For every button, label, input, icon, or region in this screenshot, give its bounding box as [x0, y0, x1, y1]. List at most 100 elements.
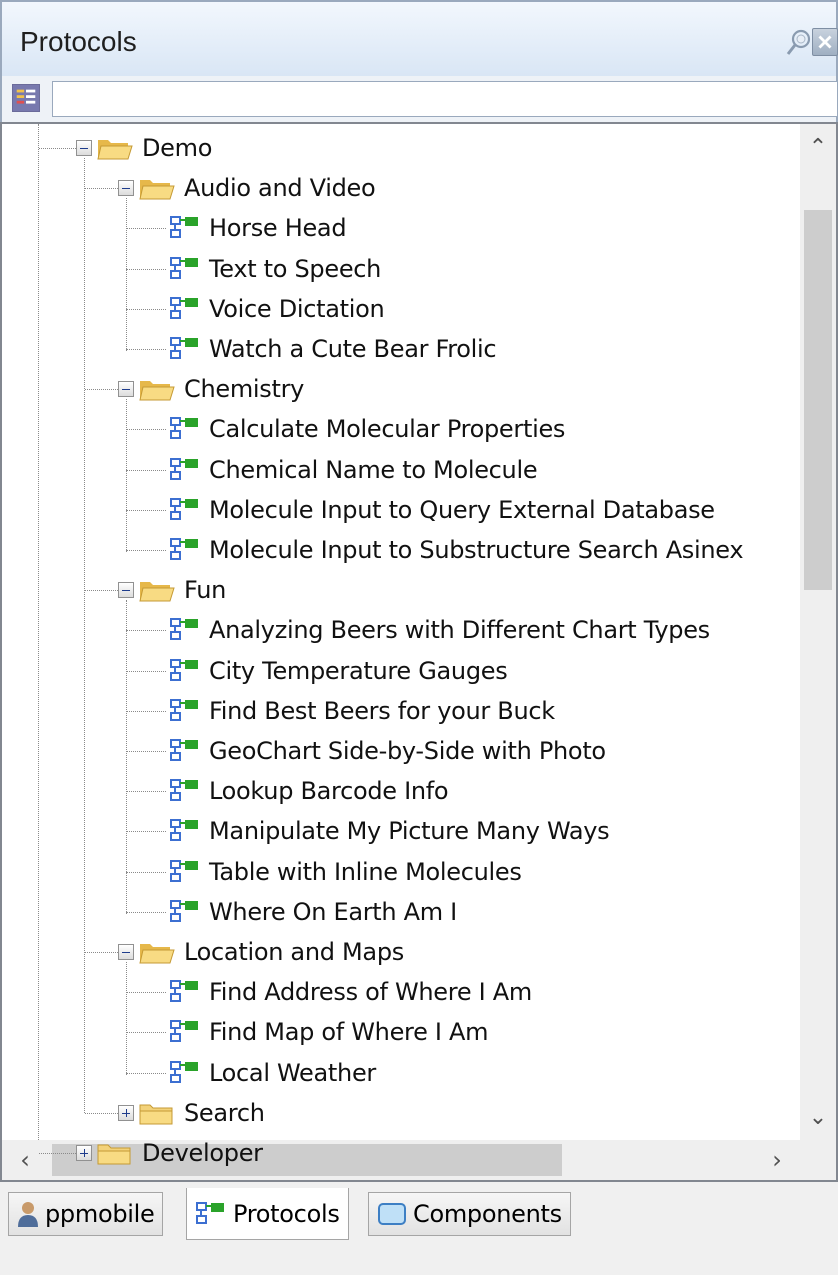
- tree-node-label: Find Address of Where I Am: [209, 978, 532, 1007]
- protocol-tree[interactable]: ⌃ ⌄ ‹ › Demo Audio and Video Horse Head Tex…: [0, 122, 838, 1182]
- tree-node-label: Watch a Cute Bear Frolic: [209, 335, 497, 363]
- tree-node-label: Horse Head: [209, 214, 347, 243]
- tree-connector-line: [126, 1072, 166, 1074]
- tree-connector-line: [126, 670, 166, 672]
- protocol-icon: [170, 819, 198, 842]
- tree-node-label: Table with Inline Molecules: [209, 857, 522, 886]
- tree-folder-search[interactable]: Search: [118, 1093, 265, 1133]
- tree-connector-line: [126, 198, 127, 351]
- expand-toggle[interactable]: [118, 1104, 134, 1121]
- panel-title-bar: Protocols: [0, 0, 838, 76]
- filter-input[interactable]: [52, 81, 838, 117]
- tree-leaf-protocol[interactable]: GeoChart Side-by-Side with Photo: [127, 731, 606, 771]
- folder-closed-icon: [139, 1104, 173, 1125]
- tree-connector-line: [39, 148, 76, 149]
- tree-connector-line: [85, 952, 118, 953]
- tree-leaf-protocol[interactable]: Lookup Barcode Info: [127, 771, 449, 811]
- tree-leaf-protocol[interactable]: Chemical Name to Molecule: [127, 450, 538, 490]
- tree-leaf-protocol[interactable]: Calculate Molecular Properties: [127, 409, 565, 449]
- tree-connector-line: [126, 509, 166, 511]
- protocol-icon: [170, 337, 198, 359]
- scroll-left-arrow[interactable]: ‹: [2, 1140, 48, 1180]
- protocol-icon: [170, 256, 198, 279]
- tree-folder-demo[interactable]: Demo: [76, 128, 212, 168]
- folder-open-icon: [139, 582, 175, 602]
- tree-connector-line: [126, 962, 127, 1075]
- tree-leaf-protocol[interactable]: Analyzing Beers with Different Chart Typ…: [127, 610, 710, 650]
- tree-leaf-protocol[interactable]: Molecule Input to Query External Databas…: [127, 490, 715, 530]
- collapse-toggle[interactable]: [118, 180, 134, 197]
- tree-connector-line: [126, 308, 166, 310]
- tree-leaf-protocol[interactable]: Table with Inline Molecules: [127, 852, 522, 892]
- protocols-panel: Protocols ⌃ ⌄ ‹ › Demo Audio and Video H…: [0, 0, 838, 1275]
- protocol-icon: [170, 296, 198, 319]
- protocol-icon: [170, 899, 198, 922]
- tree-connector-line: [126, 550, 166, 551]
- tree-folder-group[interactable]: Fun: [118, 570, 226, 610]
- scroll-up-arrow[interactable]: ⌃: [800, 124, 836, 170]
- tree-connector-line: [126, 751, 166, 752]
- protocol-icon: [170, 417, 198, 440]
- tree-node-label: Find Map of Where I Am: [209, 1018, 489, 1047]
- vertical-scroll-thumb[interactable]: [804, 210, 832, 590]
- tree-connector-line: [126, 268, 166, 270]
- tree-node-label: Molecule Input to Substructure Search As…: [209, 536, 744, 564]
- tab-ppmobile[interactable]: ppmobile: [8, 1192, 164, 1236]
- tree-node-label: Location and Maps: [184, 938, 404, 966]
- folder-open-icon: [139, 180, 175, 200]
- expand-toggle[interactable]: [76, 1145, 92, 1161]
- tree-node-label: Fun: [184, 576, 227, 605]
- tree-connector-line: [85, 590, 118, 592]
- tree-node-label: Manipulate My Picture Many Ways: [209, 817, 610, 846]
- protocol-icon: [170, 457, 198, 480]
- tree-connector-line: [126, 992, 166, 994]
- tree-leaf-protocol[interactable]: Find Address of Where I Am: [127, 972, 532, 1012]
- folder-open-icon: [97, 140, 133, 160]
- collapse-toggle[interactable]: [118, 582, 134, 599]
- tree-connector-line: [85, 389, 118, 391]
- tree-leaf-protocol[interactable]: Where On Earth Am I: [127, 892, 457, 932]
- tree-leaf-protocol[interactable]: Molecule Input to Substructure Search As…: [127, 530, 744, 570]
- tree-leaf-protocol[interactable]: City Temperature Gauges: [127, 651, 508, 691]
- tab-label: ppmobile: [45, 1200, 155, 1228]
- tree-connector-line: [126, 791, 166, 793]
- protocol-icon: [170, 739, 198, 761]
- protocol-icon: [170, 859, 198, 882]
- tree-node-label: GeoChart Side-by-Side with Photo: [209, 737, 606, 765]
- tree-folder-developer[interactable]: Developer: [76, 1133, 263, 1173]
- tree-folder-group[interactable]: Chemistry: [118, 369, 304, 409]
- tree-node-label: Voice Dictation: [209, 294, 385, 323]
- tree-connector-line: [84, 158, 85, 1113]
- tab-label: Protocols: [233, 1199, 340, 1228]
- tree-node-label: Developer: [142, 1139, 263, 1167]
- tree-folder-group[interactable]: Audio and Video: [118, 168, 376, 208]
- tab-components[interactable]: Components: [368, 1192, 571, 1236]
- tree-connector-line: [126, 399, 127, 552]
- tree-connector-line: [85, 1112, 118, 1114]
- folder-open-icon: [139, 944, 175, 964]
- vertical-scrollbar[interactable]: ⌃ ⌄: [800, 124, 836, 1140]
- tree-leaf-protocol[interactable]: Manipulate My Picture Many Ways: [127, 811, 610, 851]
- tree-connector-line: [126, 228, 166, 230]
- collapse-toggle[interactable]: [118, 944, 134, 960]
- tree-leaf-protocol[interactable]: Watch a Cute Bear Frolic: [127, 329, 497, 369]
- close-icon[interactable]: [812, 28, 838, 56]
- tree-node-label: Lookup Barcode Info: [209, 777, 449, 806]
- protocol-icon: [170, 538, 198, 560]
- scroll-right-arrow[interactable]: ›: [754, 1140, 800, 1180]
- tab-label: Components: [413, 1200, 562, 1228]
- tree-connector-line: [126, 349, 166, 350]
- tree-node-label: Chemical Name to Molecule: [209, 455, 538, 484]
- protocol-icon: [170, 497, 198, 520]
- collapse-toggle[interactable]: [76, 140, 92, 156]
- tab-protocols[interactable]: Protocols: [186, 1188, 349, 1240]
- tree-folder-group[interactable]: Location and Maps: [118, 932, 404, 972]
- tree-leaf-protocol[interactable]: Find Map of Where I Am: [127, 1012, 488, 1052]
- filter-options-icon[interactable]: [12, 84, 40, 112]
- tree-connector-line: [126, 630, 166, 632]
- collapse-toggle[interactable]: [118, 381, 134, 398]
- scroll-down-arrow[interactable]: ⌄: [800, 1094, 836, 1140]
- pushpin-icon[interactable]: [786, 28, 812, 56]
- tree-leaf-protocol[interactable]: Find Best Beers for your Buck: [127, 691, 555, 731]
- tree-connector-line: [126, 600, 127, 914]
